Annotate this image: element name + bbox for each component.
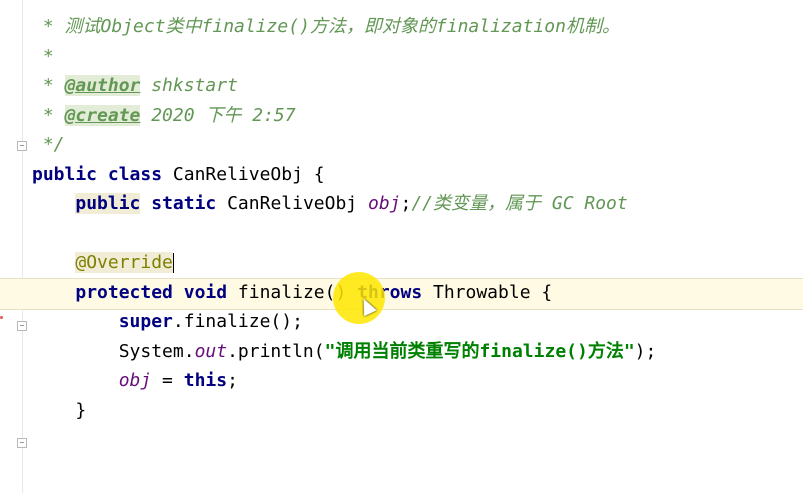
code-line-class[interactable]: public class CanReliveObj {: [32, 160, 803, 190]
code-token: obj: [367, 193, 401, 214]
code-line-doc1[interactable]: * 测试Object类中finalize()方法，即对象的finalizatio…: [32, 12, 803, 42]
code-token: *: [32, 75, 65, 96]
code-line-super[interactable]: super.finalize();: [32, 307, 803, 337]
code-line-assign[interactable]: obj = this;: [32, 366, 803, 396]
code-token: public: [75, 193, 141, 214]
code-token: this: [183, 370, 228, 391]
code-token: @author: [64, 75, 141, 96]
code-token: //类变量，属于 GC Root: [411, 193, 628, 214]
code-token: @Override: [75, 252, 173, 273]
code-token: */: [32, 134, 65, 155]
code-token: super: [118, 311, 173, 332]
code-line-close[interactable]: }: [32, 396, 803, 426]
code-token: CanReliveObj {: [172, 163, 325, 185]
code-token: public class: [32, 163, 173, 185]
code-token: @create: [64, 104, 141, 126]
code-line-doc2[interactable]: *: [32, 42, 803, 72]
code-token: ;: [400, 193, 412, 214]
code-line-doc3[interactable]: * @author shkstart: [32, 71, 803, 101]
code-token: =: [151, 370, 184, 391]
code-token: shkstart: [140, 75, 238, 96]
code-token: obj: [118, 370, 152, 391]
code-token: * 测试Object类中finalize()方法，即对象的finalizatio…: [32, 16, 620, 37]
mouse-highlight: [333, 272, 385, 324]
code-line-doc5[interactable]: */: [32, 130, 803, 160]
code-token: ;: [227, 370, 238, 391]
code-token: Throwable {: [433, 281, 553, 303]
fold-marker-doc[interactable]: [17, 141, 27, 151]
code-token: );: [634, 340, 657, 362]
code-token: out: [194, 340, 228, 362]
code-line-doc4[interactable]: * @create 2020 下午 2:57: [32, 101, 803, 131]
code-line-override[interactable]: @Override: [32, 248, 803, 278]
code-line-method[interactable]: protected void finalize() throws Throwab…: [32, 278, 803, 308]
code-token: [172, 253, 174, 273]
code-token: static: [140, 193, 228, 214]
code-token: .println(: [227, 340, 325, 362]
code-line-println[interactable]: System.out.println("调用当前类重写的finalize()方法…: [32, 337, 803, 367]
code-token: *: [32, 45, 54, 67]
code-token: CanReliveObj: [227, 193, 368, 214]
code-token: .finalize();: [172, 311, 303, 332]
fold-marker-method[interactable]: [17, 321, 27, 331]
code-token: "调用当前类重写的finalize()方法": [324, 340, 635, 362]
code-editor[interactable]: * 测试Object类中finalize()方法，即对象的finalizatio…: [32, 12, 803, 425]
code-line-field[interactable]: public static CanReliveObj obj;//类变量，属于 …: [32, 189, 803, 219]
code-token: System.: [32, 340, 195, 362]
override-marker-icon[interactable]: [0, 316, 3, 319]
fold-marker-method-end[interactable]: [17, 438, 27, 448]
code-token: protected void: [75, 281, 238, 303]
code-token: }: [32, 399, 87, 421]
code-line-blank1[interactable]: [32, 219, 803, 249]
code-token: 2020 下午 2:57: [140, 104, 296, 126]
editor-gutter: [0, 0, 23, 493]
code-token: *: [32, 104, 65, 126]
